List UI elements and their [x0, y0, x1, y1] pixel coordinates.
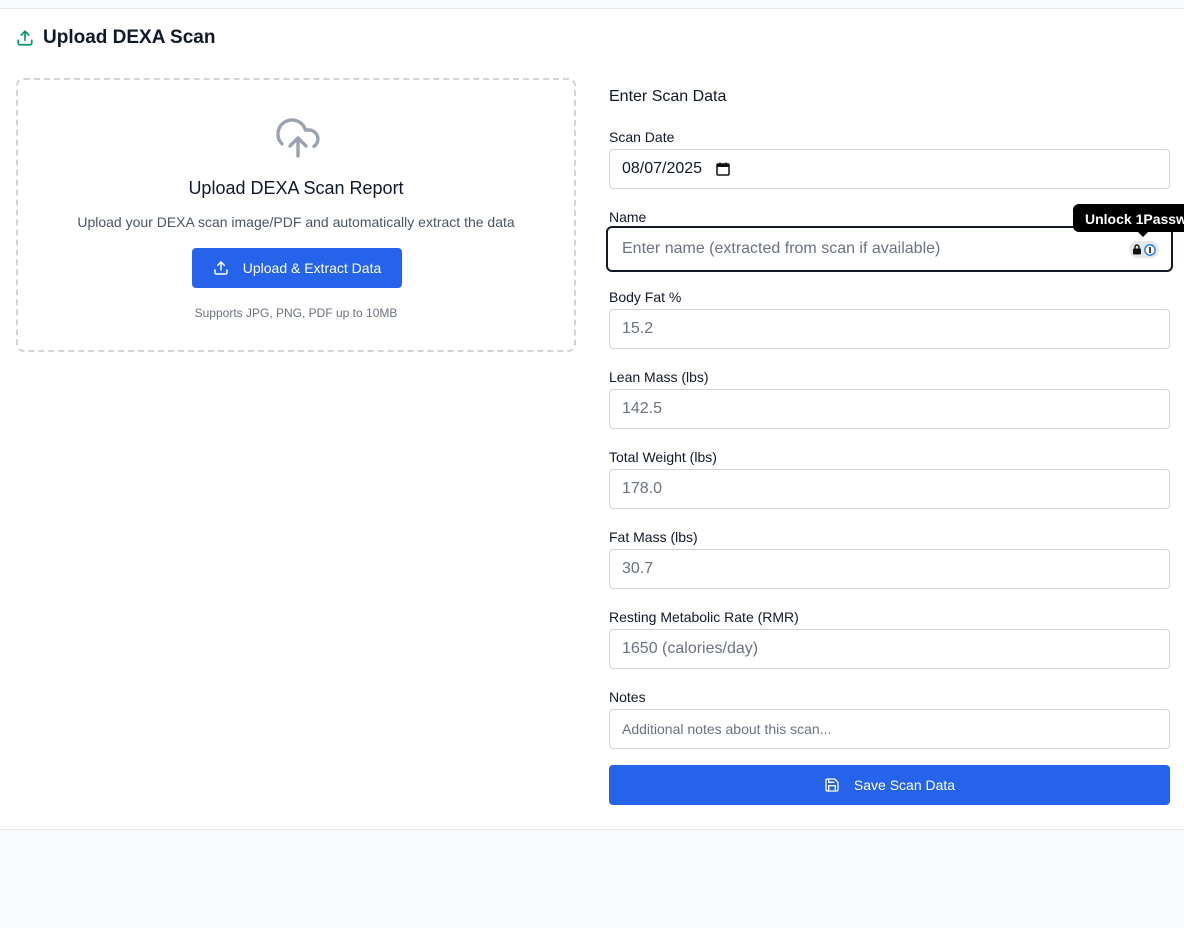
save-icon [824, 777, 840, 793]
save-scan-button[interactable]: Save Scan Data [609, 765, 1170, 805]
name-input[interactable]: Enter name (extracted from scan if avail… [606, 226, 1173, 272]
password-manager-tooltip: Unlock 1Password [1073, 204, 1184, 232]
upload-extract-button[interactable]: Upload & Extract Data [192, 248, 402, 288]
cloud-upload-icon [274, 114, 322, 162]
password-manager-button[interactable] [1129, 241, 1159, 258]
lean-mass-placeholder: 142.5 [622, 400, 663, 417]
lean-mass-label: Lean Mass (lbs) [609, 369, 709, 385]
upload-dropzone[interactable]: Upload DEXA Scan Report Upload your DEXA… [16, 78, 576, 352]
rmr-input[interactable]: 1650 (calories/day) [609, 629, 1170, 669]
page-title: Upload DEXA Scan [43, 27, 216, 48]
rmr-placeholder: 1650 (calories/day) [622, 640, 759, 657]
scan-date-input[interactable]: 08/07/2025 [609, 149, 1170, 189]
upload-icon [16, 29, 34, 47]
notes-placeholder: Additional notes about this scan... [622, 721, 832, 737]
upload-subtitle: Upload your DEXA scan image/PDF and auto… [77, 214, 515, 230]
fat-mass-label: Fat Mass (lbs) [609, 529, 698, 545]
upload-title: Upload DEXA Scan Report [188, 178, 404, 198]
notes-textarea[interactable]: Additional notes about this scan... [609, 709, 1170, 749]
lean-mass-input[interactable]: 142.5 [609, 389, 1170, 429]
notes-label: Notes [609, 689, 646, 705]
body-fat-placeholder: 15.2 [622, 320, 654, 337]
page-header: Upload DEXA Scan [16, 27, 215, 49]
form-title: Enter Scan Data [609, 88, 727, 105]
scan-date-label: Scan Date [609, 129, 675, 145]
body-fat-input[interactable]: 15.2 [609, 309, 1170, 349]
lock-icon [1133, 244, 1141, 255]
body-fat-label: Body Fat % [609, 289, 682, 305]
name-label: Name [609, 209, 647, 225]
rmr-label: Resting Metabolic Rate (RMR) [609, 609, 799, 625]
total-weight-input[interactable]: 178.0 [609, 469, 1170, 509]
tooltip-arrow [1137, 231, 1149, 237]
fat-mass-input[interactable]: 30.7 [609, 549, 1170, 589]
upload-button-icon [213, 260, 229, 276]
name-placeholder: Enter name (extracted from scan if avail… [622, 240, 941, 257]
onepassword-icon [1144, 243, 1156, 256]
upload-note: Supports JPG, PNG, PDF up to 10MB [194, 306, 398, 320]
total-weight-label: Total Weight (lbs) [609, 449, 717, 465]
upload-button-label: Upload & Extract Data [242, 260, 382, 276]
calendar-icon[interactable] [716, 162, 730, 176]
fat-mass-placeholder: 30.7 [622, 560, 654, 577]
total-weight-placeholder: 178.0 [622, 480, 663, 497]
scan-date-value: 08/07/2025 [622, 160, 703, 177]
save-button-label: Save Scan Data [853, 777, 956, 793]
